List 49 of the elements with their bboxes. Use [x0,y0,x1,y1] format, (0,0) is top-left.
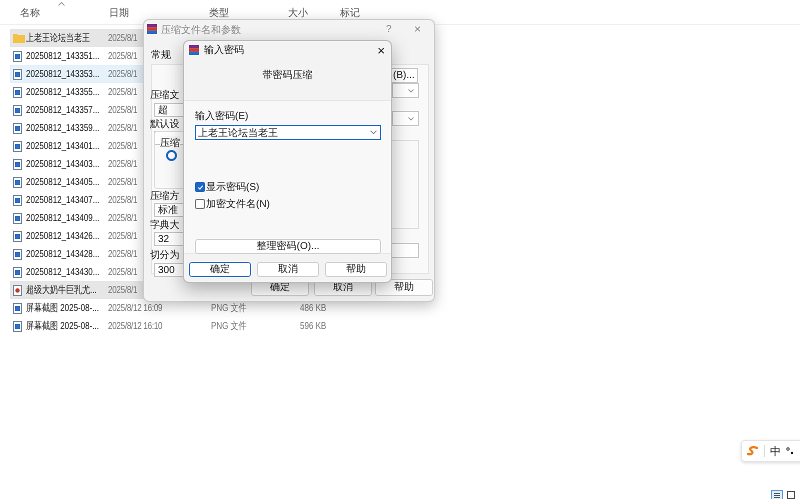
file-date: 2025/8/1 [108,158,138,170]
file-name: 20250812_143357... [26,104,100,116]
file-date: 2025/8/1 [108,32,138,44]
checkbox-label: 显示密码(S) [206,180,260,194]
file-date: 2025/8/1 [108,230,138,242]
file-name: 屏幕截图 2025-08-... [26,320,99,333]
file-name: 20250812_143409... [26,212,100,224]
file-name: 20250812_143405... [26,176,100,188]
file-name: 20250812_143426... [26,230,100,242]
file-date: 2025/8/1 [108,50,138,62]
file-size: 486 KB [300,302,326,314]
file-name: 屏幕截图 2025-08-... [26,302,99,315]
field-label: 字典大 [150,221,180,231]
file-name: 20250812_143351... [26,50,100,62]
dialog-heading: 带密码压缩 [262,68,312,82]
file-name: 超级大奶牛巨乳尤... [26,284,97,297]
field-label: 默认设 [150,120,180,130]
file-date: 2025/8/1 [108,140,138,152]
checkbox-label: 加密文件名(N) [206,198,270,211]
file-date: 2025/8/12 16:09 [108,302,162,314]
file-name: 20250812_143430... [26,266,100,278]
file-date: 2025/8/1 [108,284,138,296]
field-label: 切分为 [150,251,180,261]
file-date: 2025/8/12 16:10 [108,320,162,332]
file-type: PNG 文件 [211,302,247,315]
file-name: 20250812_143403... [26,158,100,170]
file-name: 20250812_143428... [26,248,100,260]
dialog-title: 输入密码 [204,44,245,57]
file-date: 2025/8/1 [108,266,138,278]
file-name: 20250812_143401... [26,140,100,152]
file-date: 2025/8/1 [108,194,138,206]
file-size: 596 KB [300,320,326,332]
file-date: 2025/8/1 [108,176,138,188]
file-date: 2025/8/1 [108,122,138,134]
field-label: 压缩文 [150,91,180,101]
file-date: 2025/8/1 [108,104,138,116]
file-name: 20250812_143353... [26,68,100,80]
file-type: PNG 文件 [211,320,247,333]
file-date: 2025/8/1 [108,68,138,80]
field-label: 压缩方 [150,192,180,202]
file-date: 2025/8/1 [108,212,138,224]
dialog-title: 压缩文件名和参数 [161,24,241,37]
file-name: 20250812_143407... [26,194,100,206]
file-name: 20250812_143359... [26,122,100,134]
file-date: 2025/8/1 [108,248,138,260]
file-date: 2025/8/1 [108,86,138,98]
file-name: 20250812_143355... [26,86,100,98]
file-name: 上老王论坛当老王 [26,32,90,45]
group-label: 压缩 [160,136,180,150]
